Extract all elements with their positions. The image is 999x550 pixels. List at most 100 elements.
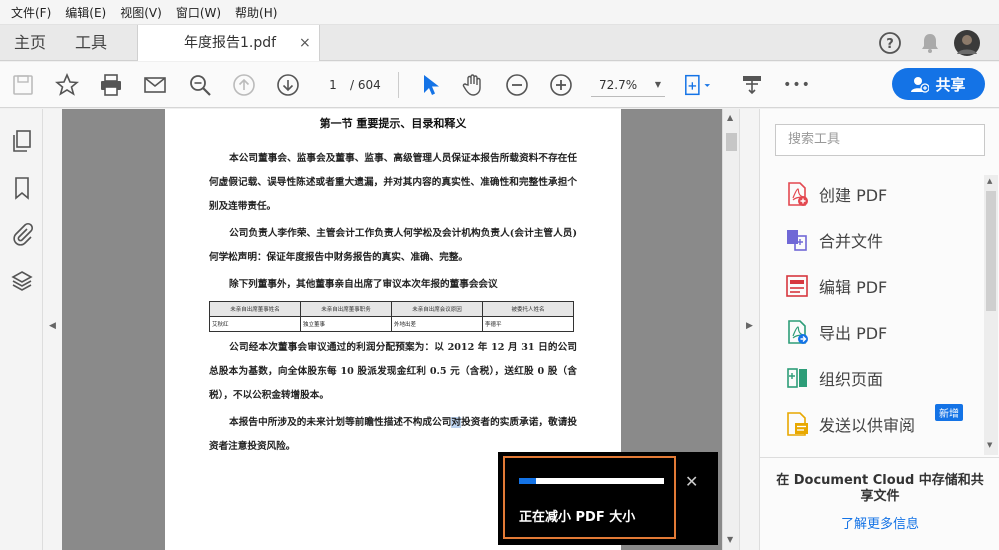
chevron-right-icon: ▶ [746,321,753,331]
layers-icon[interactable] [10,269,34,293]
paragraph-3: 除下列董事外，其他董事亲自出席了审议本次年报的董事会会议 [229,279,498,290]
share-button[interactable]: 共享 [892,68,985,100]
edit-pdf-icon [786,275,808,297]
scroll-up-icon[interactable]: ▲ [727,113,733,122]
help-icon[interactable]: ? [878,31,902,58]
absent-directors-table: 未亲自出席董事姓名 未亲自出席董事职务 未亲自出席会议原因 被委托人姓名 艾秋红… [209,301,574,332]
previous-page-icon[interactable] [230,71,258,99]
left-panel-toggle[interactable]: ◀ [43,109,62,550]
scroll-up-icon[interactable]: ▲ [987,177,992,185]
table-header: 未亲自出席董事姓名 [209,301,301,317]
tab-document-label: 年度报告1.pdf [184,35,277,51]
tool-label: 导出 PDF [819,324,888,343]
document-cloud-promo: 在 Document Cloud 中存储和共享文件 [776,473,984,504]
tool-label: 创建 PDF [819,186,888,205]
create-pdf-icon [788,182,808,206]
user-avatar[interactable] [954,30,980,59]
chevron-down-icon: ▼ [654,80,661,89]
menu-edit[interactable]: 编辑(E) [58,4,113,21]
tool-send-for-review[interactable]: 发送以供审阅 [784,409,915,439]
progress-bar [519,478,664,484]
tab-home[interactable]: 主页 [14,25,46,61]
tool-organize-pages[interactable]: 组织页面 [784,363,883,393]
next-page-icon[interactable] [274,71,302,99]
email-icon[interactable] [141,71,169,99]
paragraph-2: 公司负责人李作荣、主管会计工作负责人何学松及会计机构负责人(会计主管人员)何学松… [209,228,577,263]
scroll-down-icon[interactable]: ▼ [987,441,992,449]
progress-bar-fill [519,478,537,484]
chevron-left-icon: ◀ [49,321,56,331]
search-tools-input[interactable]: 搜索工具 [775,124,985,156]
menu-help[interactable]: 帮助(H) [228,4,284,21]
learn-more-link[interactable]: 了解更多信息 [775,513,985,532]
table-row: 艾秋红 独立董事 外地出差 李德平 [209,316,574,332]
tool-label: 发送以供审阅 [819,416,916,435]
tool-edit-pdf[interactable]: 编辑 PDF [784,271,887,301]
menu-file[interactable]: 文件(F) [4,4,58,21]
save-icon[interactable] [9,71,37,99]
table-header: 未亲自出席会议原因 [391,301,483,317]
toast-message: 正在减小 PDF 大小 [519,510,636,525]
zoom-level-value: 72.7% [599,78,638,92]
page-thumbnails-icon[interactable] [10,129,34,153]
attachments-icon[interactable] [10,222,34,246]
svg-text:?: ? [886,37,894,52]
scroll-down-icon[interactable]: ▼ [727,535,733,544]
export-pdf-icon [788,320,808,344]
add-person-icon [911,77,930,93]
comment-tool-icon[interactable] [738,71,766,99]
print-icon[interactable] [97,71,125,99]
document-scrollbar[interactable]: ▲ ▼ [722,109,739,550]
zoom-search-icon[interactable] [186,71,214,99]
scrollbar-thumb[interactable] [986,191,996,311]
zoom-in-icon[interactable] [547,71,575,99]
toolbar: 1 / 604 72.7% ▼ ••• [0,62,999,108]
notification-bell-icon[interactable] [919,31,941,58]
tab-bar: 主页 工具 年度报告1.pdf × ? [0,25,999,61]
toolbar-divider [398,72,399,98]
combine-files-icon [787,230,807,251]
table-header-row: 未亲自出席董事姓名 未亲自出席董事职务 未亲自出席会议原因 被委托人姓名 [209,301,574,317]
text-selection-highlight: 对 [451,417,462,428]
tab-close-icon[interactable]: × [299,25,311,61]
toast-highlight-frame: 正在减小 PDF 大小 [503,456,676,539]
table-header: 被委托人姓名 [482,301,574,317]
page-number-input[interactable]: 1 [318,73,348,97]
table-cell: 独立董事 [300,316,392,332]
zoom-out-icon[interactable] [503,71,531,99]
right-panel-toggle[interactable]: ▶ [739,109,759,550]
tool-label: 合并文件 [819,232,884,251]
select-cursor-icon[interactable] [415,71,443,99]
tab-document[interactable]: 年度报告1.pdf × [137,25,320,61]
left-navigation-rail [0,109,43,550]
divider [760,457,999,458]
scrollbar-thumb[interactable] [726,133,737,151]
organize-pages-icon [787,368,807,388]
close-icon[interactable]: ✕ [685,472,698,491]
tool-create-pdf[interactable]: 创建 PDF [784,179,887,209]
fit-page-icon[interactable] [683,71,711,99]
hand-tool-icon[interactable] [459,71,487,99]
tool-combine-files[interactable]: 合并文件 [784,225,883,255]
menubar: 文件(F) 编辑(E) 视图(V) 窗口(W) 帮助(H) [0,0,999,25]
tool-label: 组织页面 [819,370,884,389]
tool-export-pdf[interactable]: 导出 PDF [784,317,887,347]
table-cell: 李德平 [482,316,574,332]
tab-tools[interactable]: 工具 [75,25,107,61]
new-badge: 新增 [935,404,963,421]
page-total: / 604 [350,78,381,92]
more-options-icon[interactable]: ••• [783,71,811,99]
bookmark-star-icon[interactable] [53,71,81,99]
paragraph-1: 本公司董事会、监事会及董事、监事、高级管理人员保证本报告所载资料不存在任何虚假记… [209,153,577,212]
share-button-label: 共享 [935,75,966,94]
section-title: 第一节 重要提示、目录和释义 [319,117,467,130]
bookmarks-icon[interactable] [10,176,34,200]
menu-window[interactable]: 窗口(W) [169,4,228,21]
tool-label: 编辑 PDF [819,278,888,297]
tools-pane-scrollbar[interactable]: ▲ ▼ [984,175,998,455]
table-cell: 艾秋红 [209,316,301,332]
reduce-size-toast: 正在减小 PDF 大小 ✕ [498,452,718,545]
zoom-level-select[interactable]: 72.7% ▼ [591,73,665,97]
paragraph-4: 公司经本次董事会审议通过的利润分配预案为：以 2012 年 12 月 31 日的… [209,342,577,401]
menu-view[interactable]: 视图(V) [113,4,169,21]
